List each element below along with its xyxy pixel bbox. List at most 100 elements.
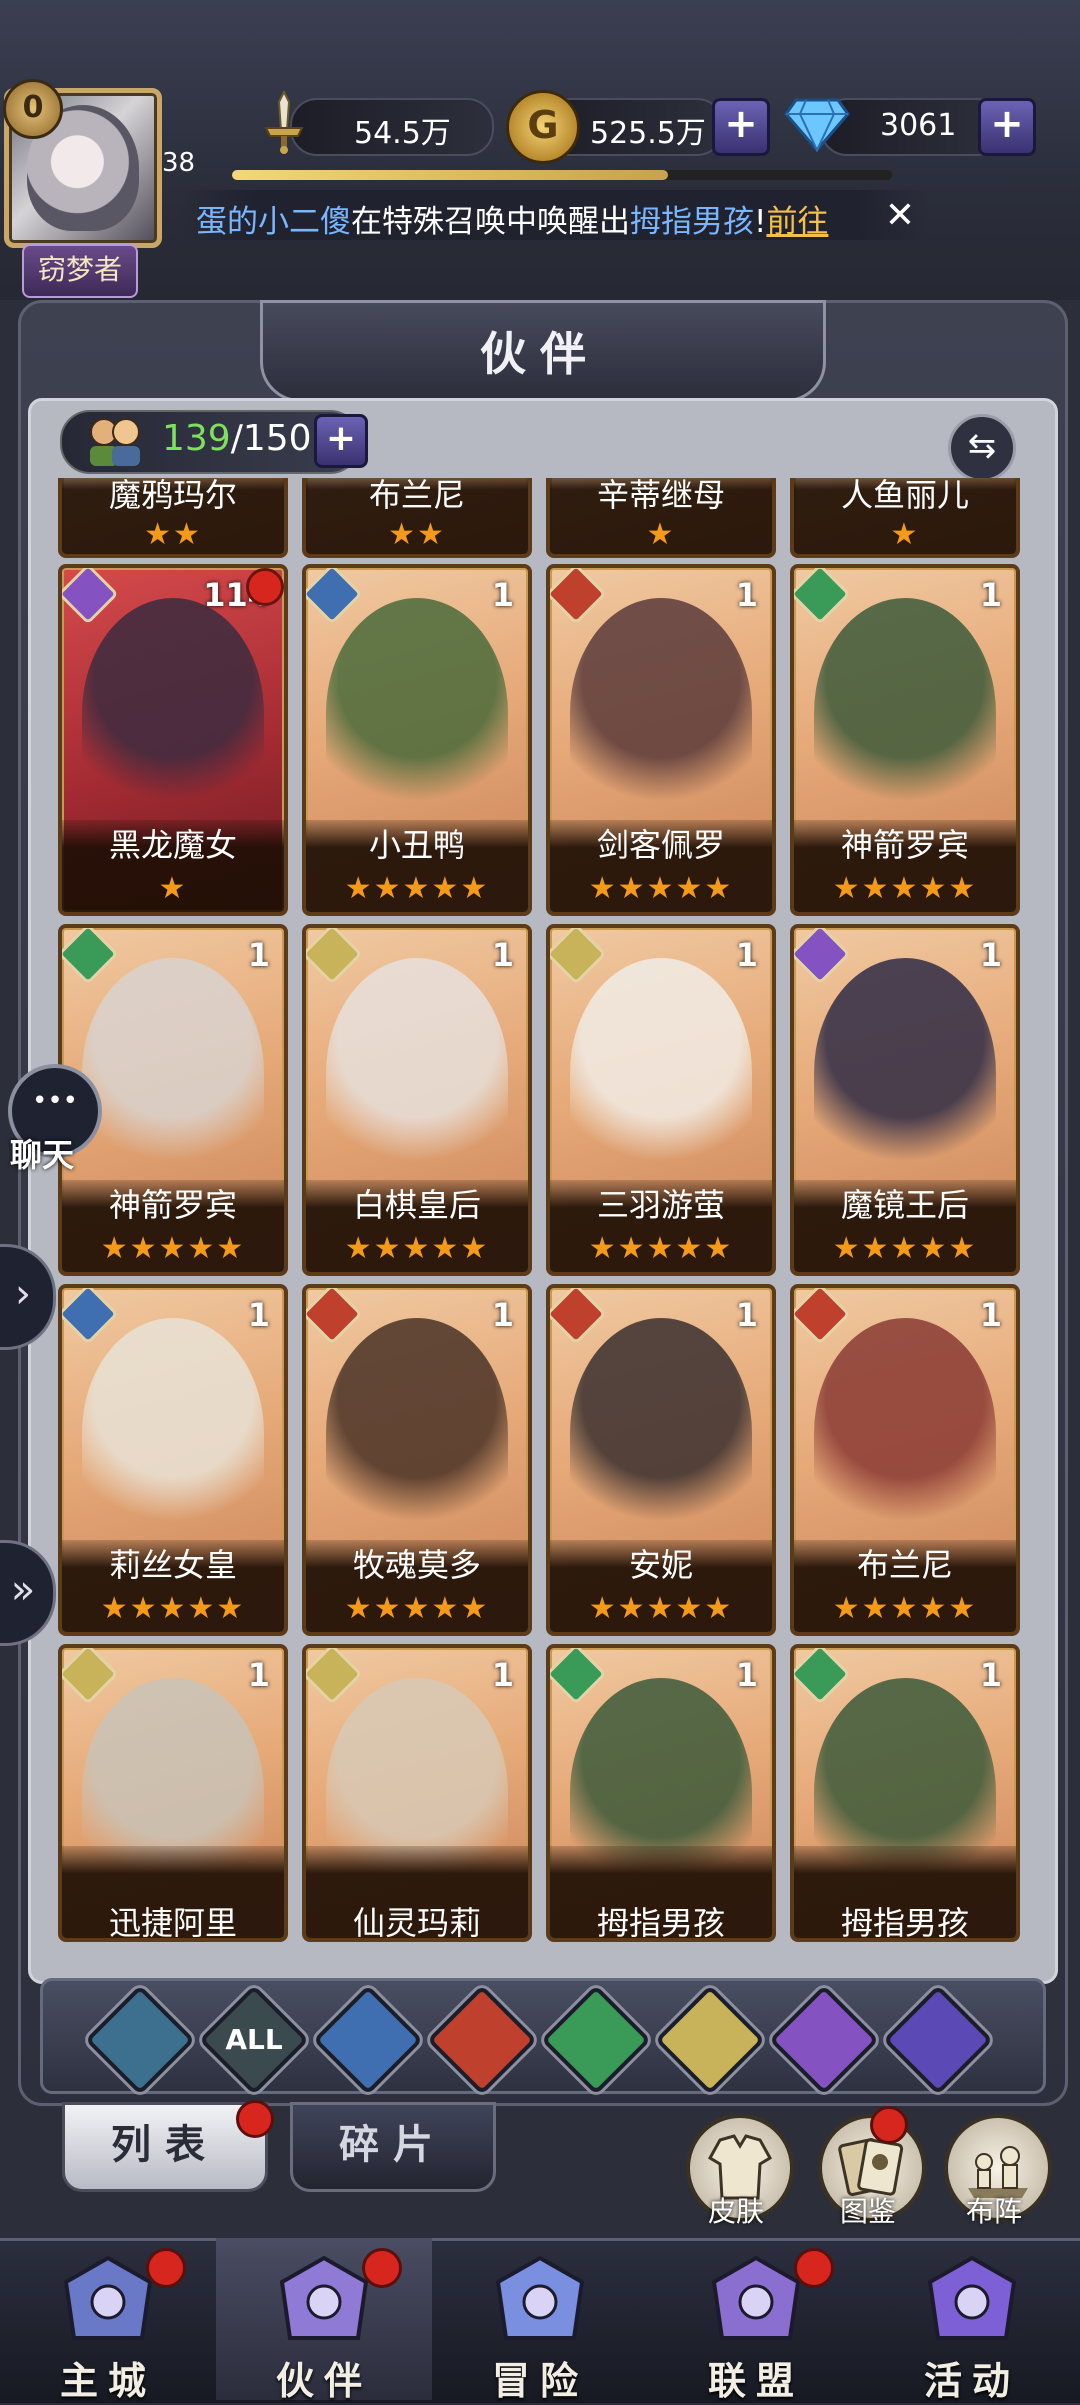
partner-card[interactable]: 辛蒂继母 ★ <box>546 478 776 558</box>
partner-portrait <box>326 598 508 828</box>
nature-element-icon <box>794 1648 851 1705</box>
player-avatar[interactable]: 0 <box>3 79 162 248</box>
partner-card[interactable]: 1 剑客佩罗 ★★★★★ <box>546 564 776 916</box>
partner-count: 139/150 <box>162 418 312 459</box>
partner-card[interactable]: 1 布兰尼 ★★★★★ <box>790 1284 1020 1636</box>
partner-level: 1 <box>735 1296 758 1334</box>
partner-level: 1 <box>491 1296 514 1334</box>
partner-card[interactable]: 1 仙灵玛莉 <box>302 1644 532 1942</box>
tab-fragments[interactable]: 碎片 <box>290 2102 496 2192</box>
ticker-close-icon[interactable]: ✕ <box>880 196 920 236</box>
codex-label: 图鉴 <box>839 2195 896 2228</box>
partner-card[interactable]: 1 拇指男孩 <box>546 1644 776 1942</box>
skin-label: 皮肤 <box>707 2195 764 2228</box>
element-filter-bar: ALL <box>40 1978 1046 2096</box>
tab-list-notification-dot <box>236 2100 274 2138</box>
fire-element-icon <box>794 1288 851 1345</box>
partner-level: 1 <box>735 576 758 614</box>
partner-stars: ★★★★★ <box>588 871 734 906</box>
sort-swap-button[interactable]: ⇆ <box>948 414 1016 482</box>
partner-portrait <box>82 1318 264 1548</box>
nav-label: 主城 <box>59 2359 156 2403</box>
partner-stars: ★★ <box>388 517 446 552</box>
partner-card[interactable]: 1 神箭罗宾 ★★★★★ <box>790 564 1020 916</box>
partner-portrait <box>570 1318 752 1548</box>
light-element-icon <box>550 928 607 985</box>
partner-stars: ★★★★★ <box>588 1231 734 1266</box>
filter-void-icon[interactable] <box>882 1984 994 2096</box>
partner-card[interactable]: 1 小丑鸭 ★★★★★ <box>302 564 532 916</box>
nav-partner-hat[interactable]: 伙伴 <box>216 2238 432 2403</box>
nav-events-cards[interactable]: 活动 <box>864 2238 1080 2403</box>
partner-name: 莉丝女皇 <box>108 1546 237 1584</box>
partner-name: 辛蒂继母 <box>596 478 725 514</box>
partner-portrait <box>814 958 996 1188</box>
player-title: 窃梦者 <box>22 244 138 298</box>
partner-stars: ★ <box>158 871 188 906</box>
partner-card[interactable]: 1 拇指男孩 <box>790 1644 1020 1942</box>
nav-alliance-shield[interactable]: 联盟 <box>648 2238 864 2403</box>
ticker-message: 在特殊召唤中唤醒出 <box>351 204 630 240</box>
partner-card[interactable]: 1 牧魂莫多 ★★★★★ <box>302 1284 532 1636</box>
filter-neutral-label <box>105 2005 175 2075</box>
partner-level: 1 <box>735 1656 758 1694</box>
partner-card[interactable]: 1 魔镜王后 ★★★★★ <box>790 924 1020 1276</box>
partner-card[interactable]: 魔鸦玛尔 ★★ <box>58 478 288 558</box>
partner-card[interactable]: 布兰尼 ★★ <box>302 478 532 558</box>
filter-neutral-icon[interactable] <box>84 1984 196 2096</box>
partner-level: 1 <box>491 936 514 974</box>
partner-portrait <box>570 598 752 828</box>
nav-adventure-compass[interactable]: 冒险 <box>432 2238 648 2403</box>
filter-fire-icon[interactable] <box>426 1984 538 2096</box>
fire-element-icon <box>550 568 607 625</box>
partner-name: 安妮 <box>628 1546 693 1584</box>
filter-all-icon[interactable]: ALL <box>198 1984 310 2096</box>
diamond-gem-icon <box>784 98 850 152</box>
partner-name: 魔镜王后 <box>840 1186 969 1224</box>
partner-card[interactable]: 114 黑龙魔女 ★ <box>58 564 288 916</box>
partner-portrait <box>814 1318 996 1548</box>
partner-stars: ★★ <box>144 517 202 552</box>
partner-name: 剑客佩罗 <box>596 826 725 864</box>
nav-castle[interactable]: 主城 <box>0 2238 216 2403</box>
ticker-goto-link[interactable]: 前往 <box>766 204 828 240</box>
add-gems-button[interactable]: + <box>978 98 1036 156</box>
partner-name: 迅捷阿里 <box>108 1904 237 1942</box>
partner-portrait <box>82 958 264 1188</box>
partner-stars: ★★★★★ <box>100 1231 246 1266</box>
formation-label: 布阵 <box>965 2195 1022 2228</box>
filter-shadow-label <box>789 2005 859 2075</box>
partner-stars: ★★★★★ <box>344 1231 490 1266</box>
filter-nature-label <box>561 2005 631 2075</box>
partner-card[interactable]: 1 安妮 ★★★★★ <box>546 1284 776 1636</box>
filter-water-label <box>333 2005 403 2075</box>
vip-badge: 0 <box>3 79 63 139</box>
nav-label: 活动 <box>923 2359 1020 2403</box>
partner-name: 牧魂莫多 <box>352 1546 481 1584</box>
partner-card[interactable]: 1 迅捷阿里 <box>58 1644 288 1942</box>
nature-element-icon <box>62 928 119 985</box>
partner-card[interactable]: 1 三羽游萤 ★★★★★ <box>546 924 776 1276</box>
partner-card[interactable]: 1 白棋皇后 ★★★★★ <box>302 924 532 1276</box>
filter-shadow-icon[interactable] <box>768 1984 880 2096</box>
announcement-text: 蛋的小二傻在特殊召唤中唤醒出拇指男孩!前往 <box>196 196 828 241</box>
partner-count-max: /150 <box>230 418 312 459</box>
partner-name: 白棋皇后 <box>352 1186 481 1224</box>
partner-level: 1 <box>491 1656 514 1694</box>
light-element-icon <box>306 1648 363 1705</box>
filter-light-icon[interactable] <box>654 1984 766 2096</box>
partner-portrait <box>326 1318 508 1548</box>
filter-nature-icon[interactable] <box>540 1984 652 2096</box>
partner-card[interactable]: 人鱼丽儿 ★ <box>790 478 1020 558</box>
nature-element-icon <box>550 1648 607 1705</box>
add-gold-button[interactable]: + <box>712 98 770 156</box>
partner-card[interactable]: 1 莉丝女皇 ★★★★★ <box>58 1284 288 1636</box>
filter-light-label <box>675 2005 745 2075</box>
partner-portrait <box>814 598 996 828</box>
partner-name: 神箭罗宾 <box>840 826 969 864</box>
xp-bar <box>232 170 892 180</box>
partner-name: 小丑鸭 <box>368 826 465 864</box>
expand-slots-button[interactable]: + <box>314 414 368 468</box>
shadow-element-icon <box>62 568 119 625</box>
filter-water-icon[interactable] <box>312 1984 424 2096</box>
